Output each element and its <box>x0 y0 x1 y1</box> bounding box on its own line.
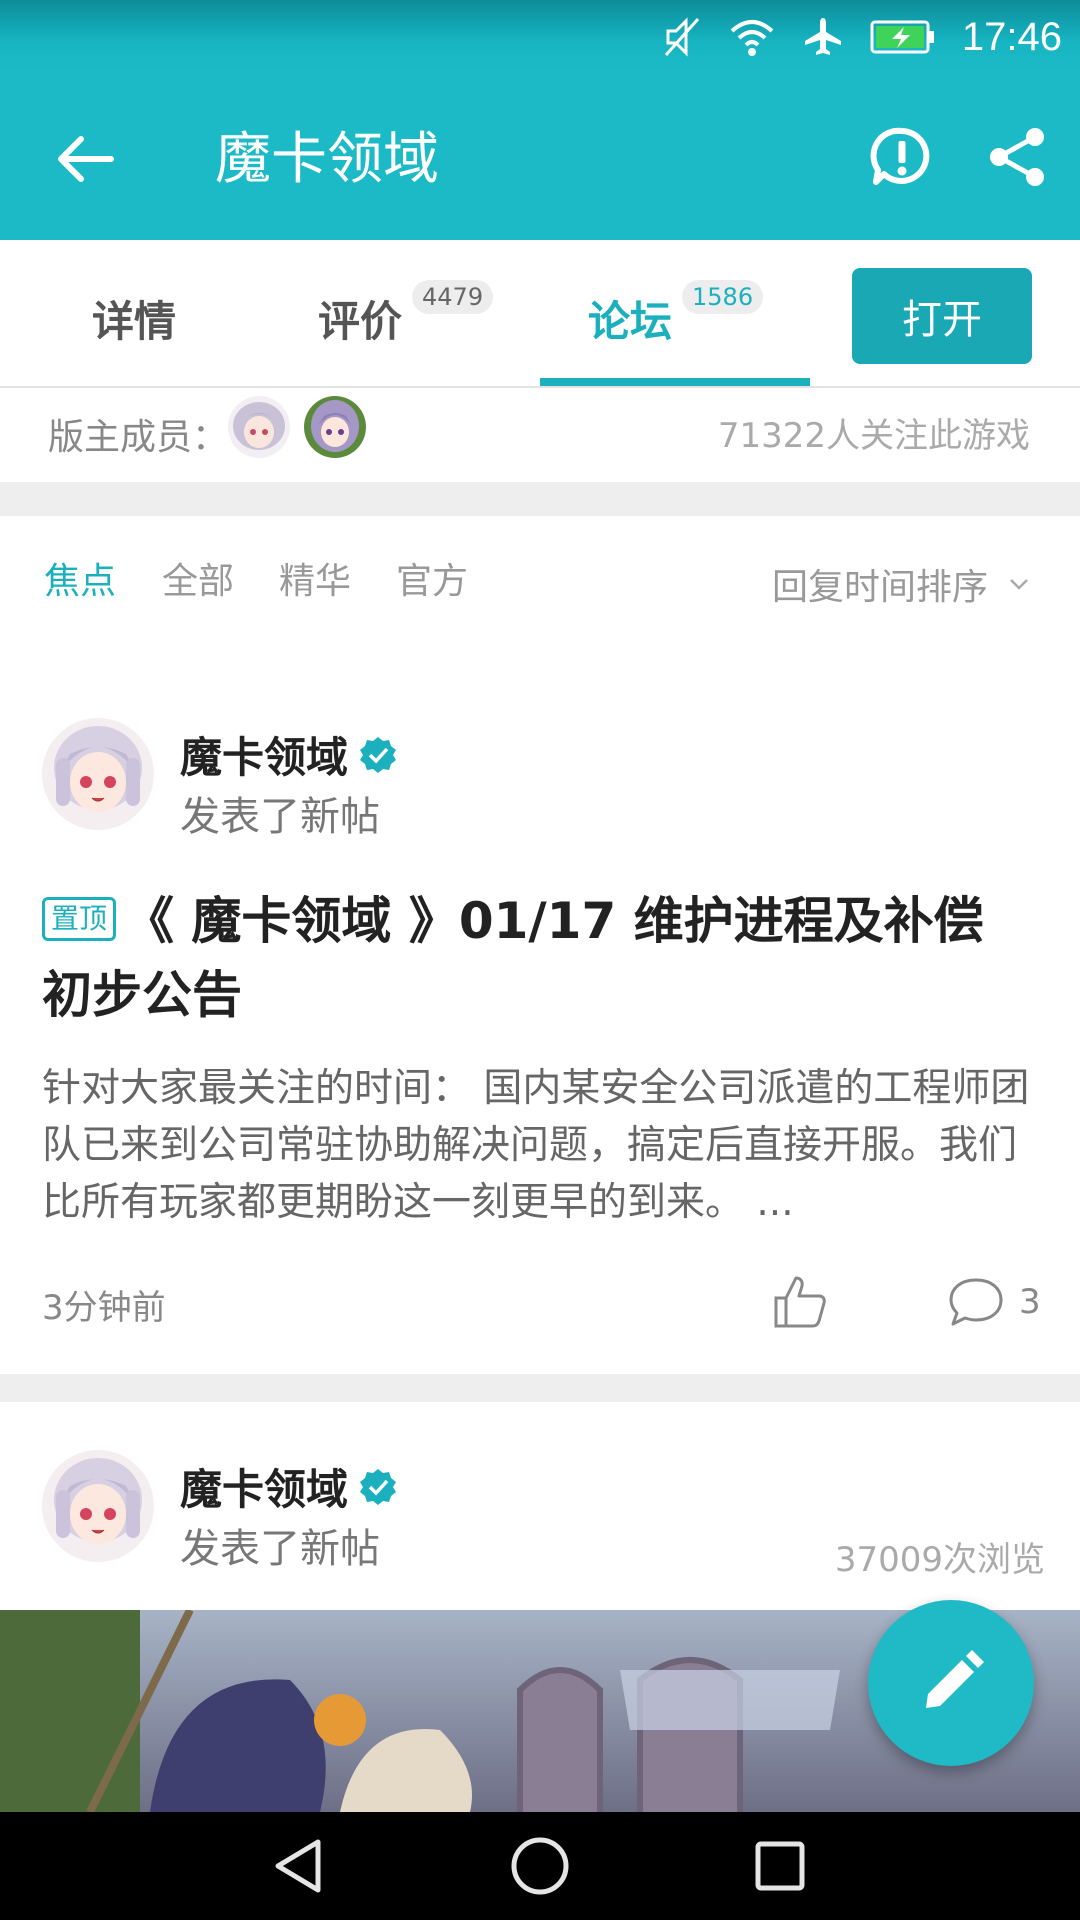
post-header: 魔卡领域 发表了新帖 <box>42 718 1042 840</box>
review-count-badge: 4479 <box>412 280 494 314</box>
section-divider <box>0 482 1080 516</box>
battery-charging-icon <box>870 19 936 55</box>
circle-home-icon <box>511 1837 569 1895</box>
square-recents-icon <box>755 1841 805 1891</box>
page-title: 魔卡领域 <box>215 127 439 192</box>
thumbs-up-icon <box>774 1276 826 1328</box>
status-time: 17:46 <box>961 14 1062 59</box>
filter-all[interactable]: 全部 <box>162 552 234 604</box>
nav-home-button[interactable] <box>508 1834 572 1898</box>
view-count: 37009次浏览 <box>834 1540 1045 1580</box>
app-bar: 17:46 魔卡领域 <box>0 0 1080 240</box>
arrow-left-icon <box>58 136 114 182</box>
post-time: 3分钟前 <box>42 1288 166 1328</box>
mute-icon <box>662 15 702 59</box>
airplane-icon <box>802 16 844 58</box>
pencil-icon <box>926 1650 984 1708</box>
avatar[interactable] <box>42 1450 154 1562</box>
sort-label: 回复时间排序 <box>771 567 988 608</box>
exclamation-circle-icon <box>870 127 930 185</box>
nav-back-button[interactable] <box>268 1834 332 1898</box>
post-title[interactable]: 置顶《 魔卡领域 》01/17 维护进程及补偿初步公告 <box>42 884 1032 1032</box>
new-post-button[interactable] <box>868 1600 1034 1766</box>
nav-recents-button[interactable] <box>748 1834 812 1898</box>
wifi-icon <box>728 17 776 57</box>
chevron-down-icon <box>1010 579 1028 590</box>
tab-bar: 详情 评价 4479 论坛 1586 打开 <box>0 242 1080 388</box>
post-footer: 3分钟前 3 <box>42 1272 1041 1332</box>
tab-label: 评价 <box>318 297 403 346</box>
moderators-row: 版主成员： 71322人关注此游戏 <box>0 390 1080 482</box>
comment-button[interactable]: 3 <box>947 1272 1041 1332</box>
tab-reviews[interactable]: 评价 4479 <box>318 280 494 349</box>
author-row: 魔卡领域 <box>180 724 398 785</box>
author-name[interactable]: 魔卡领域 <box>180 724 348 785</box>
avatar[interactable] <box>42 718 154 830</box>
filter-featured[interactable]: 精华 <box>279 552 351 604</box>
filter-row: 焦点 全部 精华 官方 回复时间排序 <box>0 516 1080 646</box>
tab-indicator <box>540 378 810 386</box>
verified-icon <box>360 736 397 773</box>
post-excerpt: 针对大家最关注的时间： 国内某安全公司派遣的工程师团队已来到公司常驻协助解决问题… <box>42 1066 1030 1225</box>
filter-focus[interactable]: 焦点 <box>44 552 116 604</box>
report-button[interactable] <box>870 125 934 189</box>
back-button[interactable] <box>50 124 120 194</box>
tab-label: 论坛 <box>588 297 673 346</box>
open-button[interactable]: 打开 <box>852 268 1032 364</box>
tab-forum[interactable]: 论坛 1586 <box>588 280 764 349</box>
tab-label: 详情 <box>92 297 177 346</box>
filter-official[interactable]: 官方 <box>396 552 468 604</box>
post-divider <box>0 1374 1080 1402</box>
moderators-label: 版主成员： <box>48 417 229 458</box>
comment-icon <box>949 1278 1003 1326</box>
verified-icon <box>360 1468 397 1505</box>
system-nav-bar <box>0 1812 1080 1920</box>
share-icon <box>990 128 1044 186</box>
post-action: 发表了新帖 <box>180 1526 380 1572</box>
author-row: 魔卡领域 <box>180 1456 398 1517</box>
forum-count-badge: 1586 <box>682 280 764 314</box>
post-header: 魔卡领域 发表了新帖 37009次浏览 <box>42 1450 1045 1580</box>
post-action: 发表了新帖 <box>180 794 380 840</box>
share-button[interactable] <box>985 125 1049 189</box>
moderator-avatar[interactable] <box>304 396 366 458</box>
status-bar: 17:46 <box>662 8 1062 66</box>
moderator-avatar[interactable] <box>228 396 290 458</box>
sort-dropdown[interactable]: 回复时间排序 <box>772 558 1030 610</box>
followers-count: 71322人关注此游戏 <box>717 416 1030 456</box>
like-button[interactable] <box>772 1272 832 1332</box>
comment-count: 3 <box>1019 1282 1041 1322</box>
triangle-back-icon <box>275 1839 321 1893</box>
post-title-text: 《 魔卡领域 》01/17 维护进程及补偿初步公告 <box>42 892 984 1024</box>
author-name[interactable]: 魔卡领域 <box>180 1456 348 1517</box>
tab-details[interactable]: 详情 <box>92 288 176 349</box>
pinned-badge: 置顶 <box>42 897 117 941</box>
